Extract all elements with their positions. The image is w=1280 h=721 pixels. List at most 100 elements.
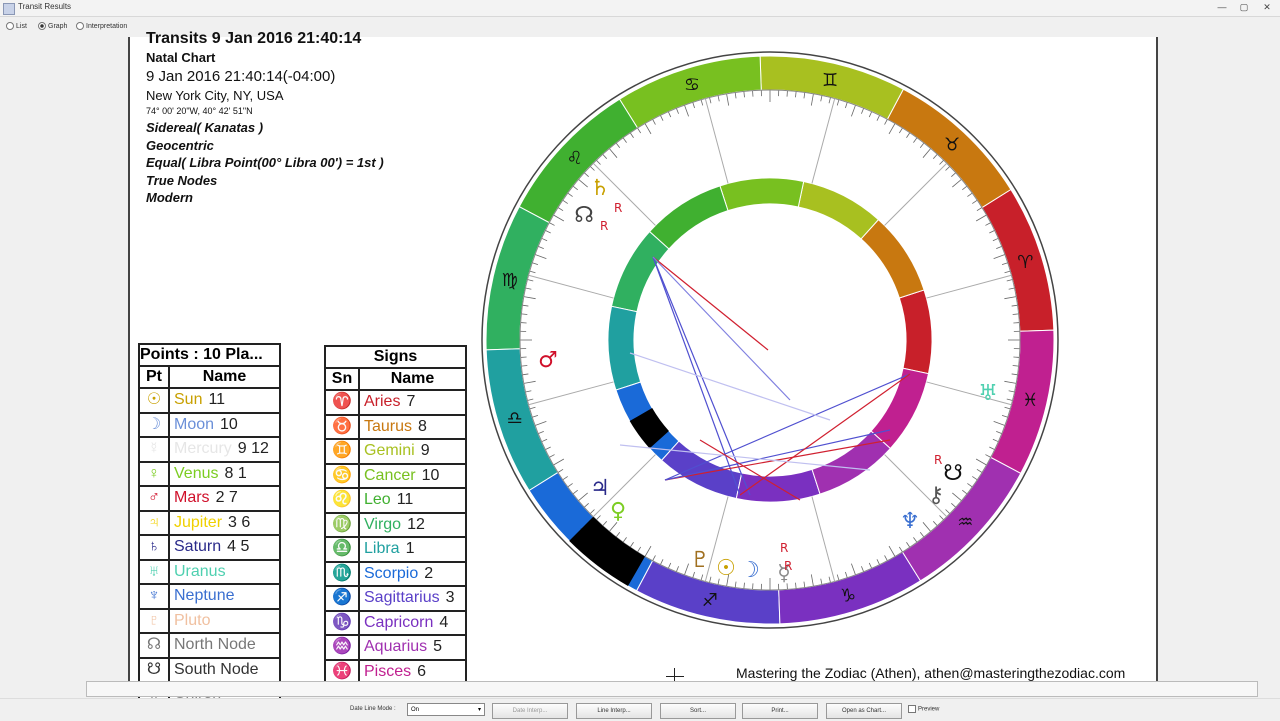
date-line-mode-value: On	[411, 707, 419, 713]
point-row: ☿ Mercury 9 12	[139, 437, 280, 462]
planet-glyph-icon: ⚷	[928, 483, 944, 508]
signs-legend-body: ♈Aries7♉Taurus8♊Gemini9♋Cancer10♌Leo11♍V…	[325, 390, 466, 684]
signs-legend-title: Signs	[325, 346, 466, 368]
close-button[interactable]: ✕	[1256, 1, 1278, 14]
point-number: 10	[220, 416, 238, 433]
print-button[interactable]: Print...	[742, 703, 818, 719]
planet-glyph-icon: ☽	[740, 558, 760, 583]
radio-icon	[6, 22, 14, 30]
line-interp-button[interactable]: Line Interp...	[576, 703, 652, 719]
point-number: 9 12	[238, 440, 269, 457]
sign-number: 1	[406, 540, 415, 557]
sign-glyph-icon: ♐	[328, 587, 356, 610]
sign-name: Scorpio	[364, 565, 418, 582]
outer-sign-glyph: ♌	[567, 148, 583, 169]
point-name: Sun	[174, 391, 202, 408]
window-titlebar: Transit Results — ▢ ✕	[0, 0, 1280, 17]
mode-interpretation-radio[interactable]: Interpretation	[76, 22, 127, 30]
bottom-toolbar: Date Line Mode : On▾ Date Interp... Line…	[0, 698, 1280, 721]
point-glyph-icon: ♅	[140, 561, 168, 584]
sign-glyph-icon: ♑	[328, 612, 356, 635]
minimize-button[interactable]: —	[1212, 1, 1232, 14]
setting-zodiac: Sidereal( Kanatas )	[146, 120, 263, 135]
point-name: Uranus	[174, 563, 226, 580]
points-legend-title: Points : 10 Pla...	[139, 344, 280, 366]
retrograde-mark: R	[784, 559, 792, 573]
sort-button[interactable]: Sort...	[660, 703, 736, 719]
point-glyph-icon: ☽	[140, 414, 168, 437]
signs-col-name: Name	[359, 368, 466, 390]
outer-sign-glyph: ♊	[822, 70, 838, 91]
mode-interpretation-label: Interpretation	[86, 23, 127, 30]
point-glyph-icon: ☿	[140, 438, 168, 461]
planet-glyph-icon: ♂	[538, 348, 558, 373]
point-row: ☊North Node	[139, 633, 280, 658]
sign-name: Aquarius	[364, 638, 427, 655]
mode-graph-label: Graph	[48, 23, 67, 30]
preview-label: Preview	[918, 707, 939, 713]
points-legend-body: ☉Sun11☽Moon10☿Mercury9 12♀Venus8 1♂Mars2…	[139, 388, 280, 707]
chart-location: New York City, NY, USA	[146, 88, 284, 103]
point-glyph-icon: ☊	[140, 634, 168, 657]
planet-glyph-icon: ♆	[900, 509, 920, 534]
planet-glyph-icon: ♄	[590, 176, 610, 201]
sign-name: Capricorn	[364, 614, 433, 631]
point-name: Venus	[174, 465, 218, 482]
point-glyph-icon: ♇	[140, 610, 168, 633]
chart-type: Natal Chart	[146, 50, 215, 65]
point-glyph-icon: ♃	[140, 512, 168, 535]
date-interp-button[interactable]: Date Interp...	[492, 703, 568, 719]
planet-glyph-icon: ☊	[574, 203, 594, 228]
sign-glyph-icon: ♓	[328, 661, 356, 684]
point-row: ☉Sun11	[139, 388, 280, 413]
zodiac-wheel: ♈♉♊♋♌♍♎♏♐♑♒♓ ♄☊♂♃♀♅☋⚷♆♇☉☽☿RRRRR	[470, 40, 1070, 660]
point-name: Jupiter	[174, 514, 222, 531]
sign-glyph-icon: ♉	[328, 416, 356, 439]
planet-glyph-icon: ☋	[943, 461, 963, 486]
sign-row: ♉Taurus8	[325, 415, 466, 440]
mode-graph-radio[interactable]: Graph	[38, 22, 67, 30]
sign-row: ♑ Capricorn 4	[325, 611, 466, 636]
point-name: Neptune	[174, 587, 235, 604]
date-line-mode-select[interactable]: On▾	[407, 703, 485, 716]
point-name: Mercury	[174, 440, 232, 457]
vertical-scrollbar[interactable]	[1262, 37, 1280, 697]
point-number: 2 7	[216, 489, 238, 506]
mode-list-label: List	[16, 23, 27, 30]
mode-list-radio[interactable]: List	[6, 22, 27, 30]
sign-row: ♏Scorpio2	[325, 562, 466, 587]
sign-glyph-icon: ♒	[328, 636, 356, 659]
sign-number: 3	[446, 589, 455, 606]
point-name: Moon	[174, 416, 214, 433]
points-col-name: Name	[169, 366, 280, 388]
sign-number: 4	[439, 614, 448, 631]
outer-sign-glyph: ♋	[684, 75, 700, 96]
checkbox-icon	[908, 705, 916, 713]
sign-number: 10	[422, 467, 440, 484]
point-row: ☋South Node	[139, 658, 280, 683]
outer-sign-glyph: ♈	[1017, 252, 1033, 273]
sign-glyph-icon: ♌	[328, 489, 356, 512]
sign-name: Leo	[364, 491, 391, 508]
preview-checkbox[interactable]: Preview	[908, 705, 939, 713]
point-row: ♅ Uranus	[139, 560, 280, 585]
sign-name: Virgo	[364, 516, 401, 533]
signs-col-sn: Sn	[325, 368, 359, 390]
maximize-button[interactable]: ▢	[1234, 1, 1254, 14]
point-number: 3 6	[228, 514, 250, 531]
sign-glyph-icon: ♎	[328, 538, 356, 561]
outer-sign-glyph: ♉	[944, 135, 960, 156]
point-number: 8 1	[224, 465, 246, 482]
point-row: ♂Mars2 7	[139, 486, 280, 511]
planet-glyph-icon: ♀	[610, 499, 626, 524]
sign-name: Gemini	[364, 442, 415, 459]
setting-houses: Equal( Libra Point(00° Libra 00') = 1st …	[146, 155, 384, 170]
point-name: Mars	[174, 489, 210, 506]
point-number: 4 5	[227, 538, 249, 555]
point-glyph-icon: ♆	[140, 585, 168, 608]
sign-row: ♍Virgo12	[325, 513, 466, 538]
open-as-chart-button[interactable]: Open as Chart...	[826, 703, 902, 719]
horizontal-scrollbar[interactable]	[86, 681, 1258, 697]
sign-row: ♈Aries7	[325, 390, 466, 415]
sign-name: Libra	[364, 540, 400, 557]
